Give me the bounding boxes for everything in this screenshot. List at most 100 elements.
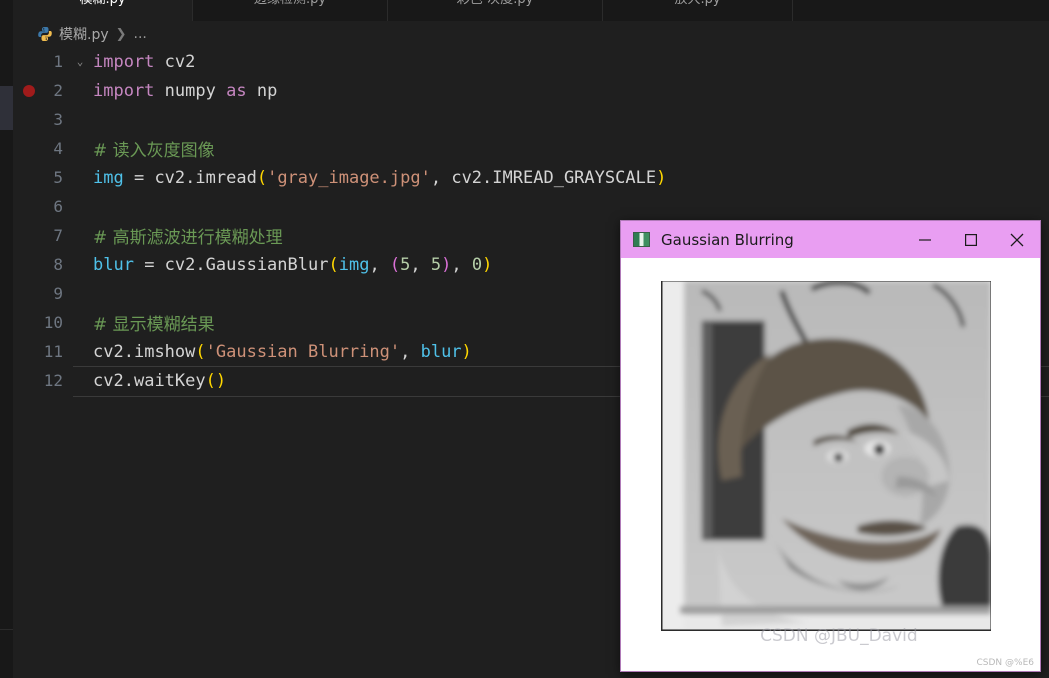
code-line-5[interactable]: 5 img = cv2.imread('gray_image.jpg', cv2.… — [13, 163, 1049, 192]
tab-label: 放大.py — [674, 0, 720, 10]
token: cv2 — [164, 51, 196, 72]
opencv-window[interactable]: Gaussian Blurring 模糊 — [620, 220, 1041, 672]
token: ( — [256, 167, 268, 188]
token: waitKey — [133, 370, 206, 391]
token: GaussianBlur — [205, 254, 329, 275]
breakpoint-icon[interactable] — [23, 84, 35, 97]
opencv-window-title: Gaussian Blurring — [661, 230, 794, 249]
code-line-4[interactable]: 4 # 读入灰度图像 — [13, 134, 1049, 163]
line-number: 12 — [43, 371, 63, 390]
token: , — [369, 254, 390, 275]
tab-彩色灰度[interactable]: 彩色-灰度.py — [388, 0, 603, 21]
token: imshow — [133, 341, 196, 362]
tab-label: 边缘检测.py — [254, 0, 326, 10]
token: 5 — [400, 254, 411, 275]
token: ) — [215, 370, 227, 391]
blurred-portrait-image — [662, 281, 991, 630]
minimize-button[interactable] — [902, 221, 948, 258]
token: ) — [461, 341, 472, 362]
token: ) — [482, 254, 493, 275]
watermark-secondary: CSDN @%E6 — [976, 658, 1035, 668]
line-number: 4 — [53, 139, 63, 158]
y-tick-label: 50 — [661, 367, 662, 378]
token: cv2 — [93, 370, 124, 391]
tab-label: 模糊.py — [79, 0, 125, 10]
code-text: img = cv2.imread('gray_image.jpg', cv2.I… — [87, 168, 1049, 188]
strip-highlight — [0, 86, 13, 130]
line-number: 8 — [53, 255, 63, 274]
token: ( — [195, 341, 206, 362]
line-number: 6 — [53, 197, 63, 216]
y-tick-label: 25 — [661, 321, 662, 332]
token: . — [185, 167, 196, 188]
code-line-1[interactable]: 1 ⌄ import cv2 — [13, 47, 1049, 76]
opencv-titlebar[interactable]: Gaussian Blurring — [621, 221, 1040, 258]
tab-模糊[interactable]: 模糊.py — [13, 0, 193, 21]
token: , — [400, 341, 421, 362]
token: import — [93, 80, 155, 101]
y-tick-label: 75 — [661, 413, 662, 424]
python-icon — [37, 26, 53, 42]
token: imread — [195, 167, 257, 188]
token: = — [123, 167, 155, 188]
breadcrumb[interactable]: 模糊.py ❯ ... — [13, 21, 1049, 47]
token: # 显示模糊结果 — [93, 315, 215, 335]
code-line-3[interactable]: 3 — [13, 105, 1049, 134]
x-tick-label: 125 — [869, 630, 888, 631]
y-tick-label: 175 — [662, 602, 663, 604]
x-tick-label: 75 — [785, 630, 798, 631]
token: 'Gaussian Blurring' — [205, 341, 401, 362]
breadcrumb-file[interactable]: 模糊.py — [59, 24, 109, 44]
x-tick-label: 100 — [826, 630, 845, 631]
x-tick-label: 150 — [912, 630, 931, 631]
token: # 读入灰度图像 — [93, 141, 215, 161]
token: ) — [441, 254, 452, 275]
token: ( — [328, 254, 339, 275]
maximize-button[interactable] — [948, 221, 994, 258]
token: cv2 — [154, 167, 186, 188]
activity-bar-strip — [0, 0, 13, 678]
token: 'gray_image.jpg' — [267, 167, 431, 188]
opencv-image-canvas[interactable]: 模糊 — [621, 258, 1040, 671]
token: ) — [656, 167, 667, 188]
line-number: 5 — [53, 168, 63, 187]
tab-label: 彩色-灰度.py — [457, 0, 534, 10]
x-tick-label: 0 — [661, 630, 665, 631]
x-tick-label: 50 — [742, 630, 755, 631]
close-button[interactable] — [994, 221, 1040, 258]
strip-divider — [0, 629, 13, 630]
y-tick-label: 150 — [662, 556, 663, 558]
matplotlib-figure: 模糊 — [621, 258, 1040, 671]
token: . — [123, 341, 134, 362]
code-line-6[interactable]: 6 — [13, 192, 1049, 221]
token: . — [123, 370, 134, 391]
fold-chevron-icon[interactable]: ⌄ — [73, 55, 87, 68]
token: , — [430, 167, 452, 188]
token: IMREAD_GRAYSCALE — [492, 167, 657, 188]
token: = — [133, 254, 165, 275]
token: cv2 — [451, 167, 483, 188]
tab-放大[interactable]: 放大.py — [603, 0, 793, 21]
token: import — [93, 51, 155, 72]
line-number: 11 — [43, 342, 63, 361]
token: cv2 — [164, 254, 196, 275]
token: numpy — [164, 80, 216, 101]
editor-tab-bar[interactable]: 模糊.py 边缘检测.py 彩色-灰度.py 放大.py — [13, 0, 1049, 21]
y-tick-label: 0 — [662, 281, 663, 282]
line-number: 3 — [53, 110, 63, 129]
code-line-2[interactable]: 2 import numpy as np — [13, 76, 1049, 105]
breadcrumb-ellipsis[interactable]: ... — [134, 26, 147, 42]
line-number: 9 — [53, 284, 63, 303]
code-text: # 读入灰度图像 — [87, 136, 1049, 161]
token: blur — [93, 254, 134, 275]
tab-边缘检测[interactable]: 边缘检测.py — [193, 0, 388, 21]
opencv-icon — [633, 232, 650, 247]
image-axes: 0 25 50 75 100 125 150 175 0 25 50 75 100 125 150 175 — [661, 281, 991, 631]
token: np — [256, 80, 278, 101]
line-number: 10 — [43, 313, 63, 332]
code-text: import cv2 — [87, 52, 1049, 72]
